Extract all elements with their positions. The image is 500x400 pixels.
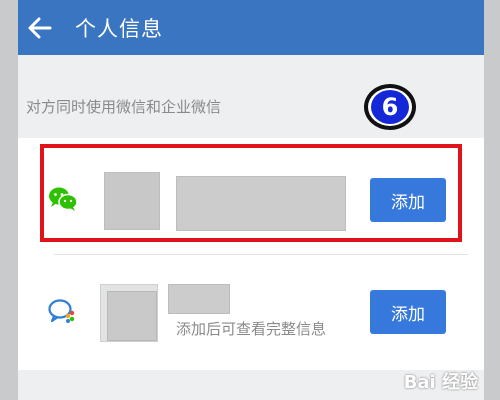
avatar	[100, 284, 158, 342]
wecom-contact-row: 添加后可查看完整信息 添加	[18, 138, 484, 342]
avatar-image	[107, 291, 157, 341]
screen-frame-right	[484, 0, 500, 400]
row-divider	[54, 254, 468, 255]
watermark-logo: Bai 经验	[403, 372, 478, 393]
wecom-icon	[48, 298, 76, 328]
screen: 个人信息 对方同时使用微信和企业微信 6 添加 添加后可查看完整信息 添加	[18, 0, 484, 400]
step-number-badge: 6	[364, 84, 416, 130]
contact-card: 添加 添加后可查看完整信息 添加	[18, 138, 484, 370]
app-bar: 个人信息	[18, 0, 484, 55]
step-number: 6	[371, 90, 409, 124]
arrow-left-icon	[28, 17, 52, 38]
back-button[interactable]	[18, 0, 62, 55]
page-title: 个人信息	[75, 16, 163, 41]
add-hint-text: 添加后可查看完整信息	[176, 320, 327, 338]
screen-frame-left	[0, 0, 18, 400]
dual-account-hint: 对方同时使用微信和企业微信	[26, 98, 222, 116]
add-wecom-contact-button[interactable]: 添加	[370, 290, 446, 334]
redacted-name	[168, 284, 230, 314]
